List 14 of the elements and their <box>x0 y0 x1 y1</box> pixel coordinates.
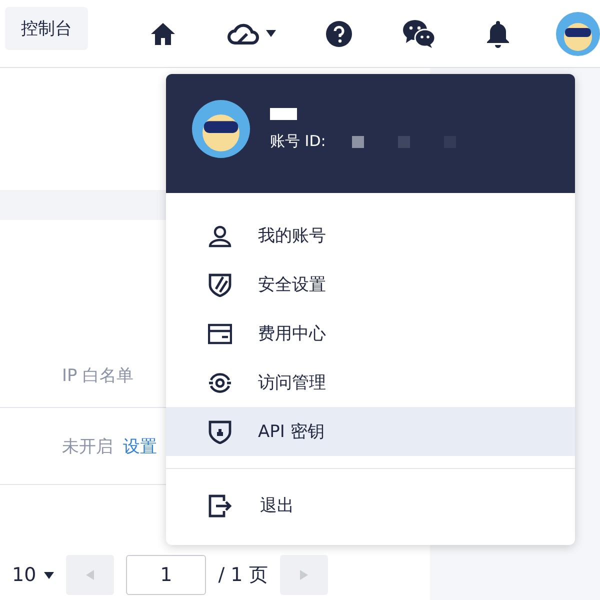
logout-menu-item[interactable]: 退出 <box>166 481 575 530</box>
menu-item[interactable]: 我的账号 <box>166 211 575 260</box>
status-text: 未开启 <box>62 436 113 458</box>
console-button[interactable]: 控制台 <box>5 7 88 50</box>
menu-item[interactable]: 安全设置 <box>166 260 575 309</box>
menu-item[interactable]: 访问管理 <box>166 358 575 407</box>
menu-item[interactable]: API 密钥 <box>166 407 575 456</box>
settings-link[interactable]: 设置 <box>123 434 157 458</box>
field-label: IP 白名单 <box>62 365 134 387</box>
menu-item[interactable]: 费用中心 <box>166 309 575 358</box>
page-total: / 1 页 <box>218 563 268 588</box>
page-input[interactable]: 1 <box>126 555 206 595</box>
page-size-select[interactable]: 10 <box>12 564 54 586</box>
account-id-label: 账号 ID: <box>270 132 326 151</box>
